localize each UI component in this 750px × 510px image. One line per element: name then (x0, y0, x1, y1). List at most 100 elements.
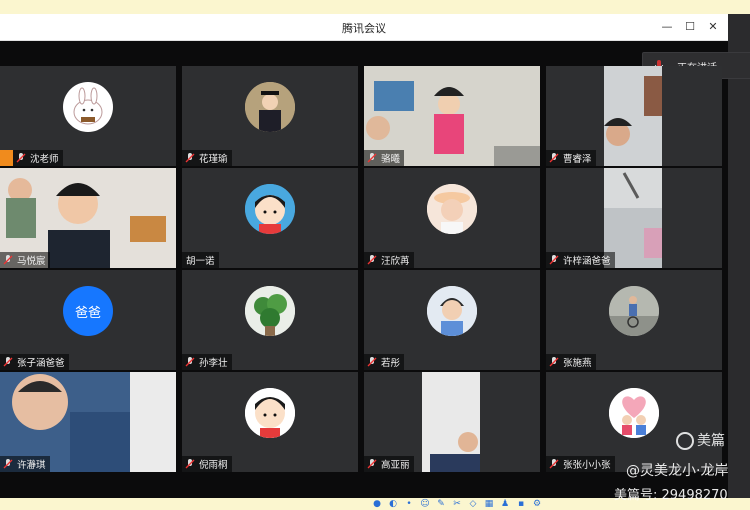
child-photo-icon (427, 184, 477, 234)
participant-tile[interactable]: 胡一诺 (182, 168, 358, 268)
avatar (245, 388, 295, 438)
mic-icon (549, 459, 559, 469)
watermark-author: @灵美龙小·龙岸 (626, 463, 729, 479)
participant-tile[interactable]: 汪欣苒 (364, 168, 540, 268)
keyboard-icon[interactable]: ▦ (484, 499, 494, 509)
mic-icon (16, 153, 26, 163)
avatar (609, 388, 659, 438)
mic-icon (549, 357, 559, 367)
mic-icon (367, 459, 377, 469)
watermark-brand-text: 美篇 (697, 433, 725, 449)
name-tag: 花瑾瑜 (182, 150, 232, 166)
name-tag: 倪雨桐 (182, 456, 232, 472)
participant-tile[interactable]: 马悦宸 (0, 168, 176, 268)
name-tag: 张张小小张 (546, 456, 615, 472)
name-tag: 沈老师 (13, 150, 63, 166)
mic-icon (367, 255, 377, 265)
participant-tile[interactable]: 许瀞琪 (0, 372, 176, 472)
name-tag: 若彤 (364, 354, 405, 370)
participant-name: 孙李壮 (199, 358, 228, 369)
mic-icon (3, 459, 13, 469)
mic-icon (549, 153, 559, 163)
mic-icon (549, 255, 559, 265)
name-tag: 曹睿泽 (546, 150, 596, 166)
avatar: 爸爸 (63, 286, 113, 336)
mic-icon (3, 357, 13, 367)
skin-icon[interactable]: ◇ (468, 499, 478, 509)
participant-tile[interactable]: 骆曦 (364, 66, 540, 166)
avatar (63, 82, 113, 132)
name-tag: 骆曦 (364, 150, 405, 166)
participant-name: 高亚丽 (381, 460, 410, 471)
maximize-button[interactable]: ☐ (681, 18, 699, 36)
avatar-initials: 爸爸 (74, 305, 101, 321)
avatar (609, 286, 659, 336)
ime-mode-icon[interactable]: ◐ (388, 499, 398, 509)
participant-tile[interactable]: 孙李壮 (182, 270, 358, 370)
name-tag: 汪欣苒 (364, 252, 414, 268)
participant-tile[interactable]: 张施燕 (546, 270, 722, 370)
mic-icon (3, 255, 13, 265)
title-bar: 腾讯会议 — ☐ ✕ (0, 14, 728, 41)
participant-tile[interactable]: 曹睿泽 (546, 66, 722, 166)
host-badge-icon (0, 150, 13, 166)
video-feed (422, 372, 480, 472)
cartoon-girl-avatar-icon (245, 184, 295, 234)
participant-name: 许梓涵爸爸 (563, 256, 611, 267)
tools-icon[interactable]: ✂ (452, 499, 462, 509)
participant-tile[interactable]: 花瑾瑜 (182, 66, 358, 166)
participant-tile[interactable]: 张张小小张 (546, 372, 722, 472)
participant-name: 许瀞琪 (17, 460, 46, 471)
name-tag: 孙李壮 (182, 354, 232, 370)
mic-icon (367, 357, 377, 367)
top-strip (0, 0, 750, 14)
participant-name: 沈老师 (30, 154, 59, 165)
video-grid: 沈老师 花瑾瑜 骆曦 曹睿泽 马悦宸 胡一诺 汪欣苒 许梓涵爸爸 爸爸 张子涵爸… (0, 66, 724, 474)
outdoor-photo-icon (609, 286, 659, 336)
cartoon-girl-avatar-icon (245, 388, 295, 438)
participant-name: 张张小小张 (563, 460, 611, 471)
apps-icon[interactable]: ▪ (516, 499, 526, 509)
avatar (427, 286, 477, 336)
minimize-button[interactable]: — (658, 18, 676, 36)
participant-tile[interactable]: 爸爸 张子涵爸爸 (0, 270, 176, 370)
name-tag: 许梓涵爸爸 (546, 252, 615, 268)
participant-name: 曹睿泽 (563, 154, 592, 165)
ime-logo-icon[interactable]: ● (372, 499, 382, 509)
pen-icon[interactable]: ✎ (436, 499, 446, 509)
plant-photo-icon (245, 286, 295, 336)
user-icon[interactable]: ♟ (500, 499, 510, 509)
participant-name: 倪雨桐 (199, 460, 228, 471)
punctuation-icon[interactable]: • (404, 499, 414, 509)
participant-name: 若彤 (381, 358, 401, 369)
mic-icon (185, 153, 195, 163)
name-tag: 张子涵爸爸 (0, 354, 69, 370)
window-title: 腾讯会议 (342, 22, 386, 35)
name-tag: 胡一诺 (182, 252, 219, 268)
participant-tile[interactable]: 倪雨桐 (182, 372, 358, 472)
name-tag: 许瀞琪 (0, 456, 50, 472)
name-tag: 马悦宸 (0, 252, 50, 268)
ime-toolbar: ● ◐ • ☺ ✎ ✂ ◇ ▦ ♟ ▪ ⚙ (372, 497, 542, 510)
participant-tile[interactable]: 沈老师 (0, 66, 176, 166)
watermark-id: 美篇号: 29498270 (614, 488, 728, 503)
avatar (245, 184, 295, 234)
settings-icon[interactable]: ⚙ (532, 499, 542, 509)
child-photo-icon (427, 286, 477, 336)
participant-name: 汪欣苒 (381, 256, 410, 267)
participant-tile[interactable]: 许梓涵爸爸 (546, 168, 722, 268)
mic-icon (185, 459, 195, 469)
avatar (245, 82, 295, 132)
participant-tile[interactable]: 若彤 (364, 270, 540, 370)
mic-icon (185, 357, 195, 367)
emoji-icon[interactable]: ☺ (420, 499, 430, 509)
participant-name: 张子涵爸爸 (17, 358, 65, 369)
participant-name: 花瑾瑜 (199, 154, 228, 165)
participant-tile[interactable]: 高亚丽 (364, 372, 540, 472)
avatar (427, 184, 477, 234)
participant-name: 马悦宸 (17, 256, 46, 267)
meipian-logo-icon (676, 432, 694, 450)
graduate-photo-icon (245, 82, 295, 132)
right-panel-edge (728, 14, 750, 510)
close-button[interactable]: ✕ (704, 18, 722, 36)
